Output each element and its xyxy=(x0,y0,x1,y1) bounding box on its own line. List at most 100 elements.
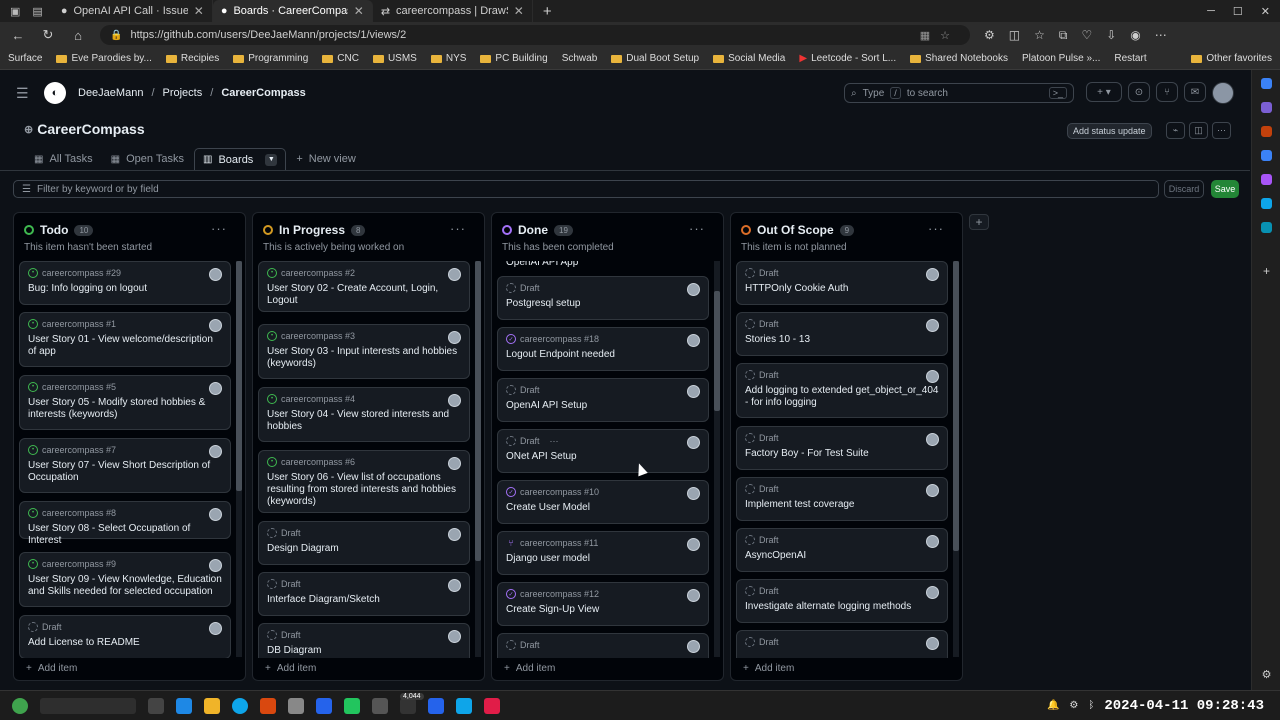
close-window-button[interactable]: ✕ xyxy=(1261,5,1270,18)
avatar[interactable] xyxy=(926,586,939,599)
avatar[interactable] xyxy=(687,538,700,551)
discard-button[interactable]: Discard xyxy=(1164,180,1204,198)
avatar[interactable] xyxy=(209,508,222,521)
breadcrumb-user[interactable]: DeeJaeMann xyxy=(78,87,143,99)
avatar[interactable] xyxy=(448,268,461,281)
taskbar-search[interactable] xyxy=(40,697,136,714)
more-icon[interactable]: ⋯ xyxy=(1155,28,1167,43)
bookmark-item[interactable]: NYS xyxy=(430,53,466,64)
project-card[interactable]: Draft HTTPOnly Cookie Auth xyxy=(736,261,948,305)
card-title[interactable]: OpenAI API App xyxy=(506,261,700,269)
bookmark-item[interactable]: USMS xyxy=(372,53,417,64)
breadcrumb-project[interactable]: CareerCompass xyxy=(221,87,305,99)
avatar[interactable] xyxy=(1212,82,1234,104)
task-view-icon[interactable] xyxy=(148,697,164,714)
scrollbar-thumb[interactable] xyxy=(953,261,959,551)
close-icon[interactable]: ✕ xyxy=(194,4,204,18)
project-card[interactable]: Draft Factory Boy - For Test Suite xyxy=(736,426,948,470)
chevron-down-icon[interactable]: ▼ xyxy=(265,153,278,166)
scrollbar-thumb[interactable] xyxy=(714,291,720,411)
avatar[interactable] xyxy=(448,630,461,643)
bookmark-item[interactable]: PC Building xyxy=(480,53,548,64)
browser-tab-drawsql[interactable]: ⇄ careercompass | DrawSQL ✕ xyxy=(373,0,533,22)
avatar[interactable] xyxy=(687,385,700,398)
avatar[interactable] xyxy=(926,319,939,332)
more-icon[interactable]: ··· xyxy=(450,221,466,236)
games-icon[interactable] xyxy=(1261,174,1272,185)
project-card[interactable]: ⑂ careercompass #11 Django user model xyxy=(497,531,709,575)
performance-icon[interactable]: ♡ xyxy=(1081,28,1092,43)
card-title[interactable]: User Story 02 - Create Account, Login, L… xyxy=(267,283,461,307)
office-icon[interactable] xyxy=(260,697,276,714)
more-icon[interactable]: ··· xyxy=(211,221,227,236)
card-title[interactable]: User Story 06 - View list of occupations… xyxy=(267,472,461,508)
project-card[interactable]: Draft Postgresql setup xyxy=(497,276,709,320)
card-title[interactable]: Django user model xyxy=(506,553,700,565)
scrollbar[interactable] xyxy=(714,261,720,657)
search-input[interactable]: ⌕ Type / to search >_ xyxy=(844,83,1074,103)
bookmark-item[interactable]: Platoon Pulse »... xyxy=(1022,53,1100,64)
github-logo-icon[interactable]: ◐ xyxy=(44,82,66,104)
card-title[interactable]: Add License to README xyxy=(28,637,222,649)
add-column-button[interactable]: + xyxy=(969,214,989,230)
avatar[interactable] xyxy=(687,436,700,449)
card-title[interactable]: User Story 07 - View Short Description o… xyxy=(28,460,222,484)
menu-icon[interactable]: ☰ xyxy=(16,85,32,102)
card-title[interactable]: AsyncOpenAI xyxy=(745,550,939,562)
card-title[interactable]: OpenAI API Setup xyxy=(506,400,700,412)
avatar[interactable] xyxy=(448,394,461,407)
avatar[interactable] xyxy=(926,268,939,281)
avatar[interactable] xyxy=(209,445,222,458)
project-card[interactable]: • careercompass #7 User Story 07 - View … xyxy=(19,438,231,493)
avatar[interactable] xyxy=(926,637,939,650)
bookmark-item[interactable]: Surface xyxy=(8,53,42,64)
project-card[interactable]: • careercompass #2 User Story 02 - Creat… xyxy=(258,261,470,312)
command-palette-icon[interactable]: >_ xyxy=(1048,87,1067,99)
refresh-button[interactable]: ↻ xyxy=(40,27,56,43)
bookmark-item[interactable]: Shared Notebooks xyxy=(910,53,1008,64)
avatar[interactable] xyxy=(209,382,222,395)
save-button[interactable]: Save xyxy=(1211,180,1239,198)
start-icon[interactable] xyxy=(12,697,28,714)
minimize-button[interactable]: ─ xyxy=(1207,5,1215,18)
card-title[interactable]: DB Diagram xyxy=(267,645,461,657)
scrollbar[interactable] xyxy=(236,261,242,657)
add-status-update-button[interactable]: Add status update xyxy=(1067,123,1152,139)
more-icon[interactable]: ··· xyxy=(928,221,944,236)
project-card[interactable]: Draft Add logging to extended get_object… xyxy=(736,363,948,418)
project-card[interactable]: Draft Stories 10 - 13 xyxy=(736,312,948,356)
slack-icon[interactable] xyxy=(344,697,360,714)
bookmark-item[interactable]: Schwab xyxy=(562,53,598,64)
store-icon[interactable] xyxy=(176,697,192,714)
avatar[interactable] xyxy=(209,622,222,635)
tools-icon[interactable] xyxy=(1261,150,1272,161)
project-card[interactable]: Draft xyxy=(497,633,709,658)
avatar[interactable] xyxy=(926,370,939,383)
tab-actions-icon[interactable]: ▤ xyxy=(32,5,42,18)
project-card[interactable]: Draft Design Diagram xyxy=(258,521,470,565)
url-actions-icon[interactable]: ▦☆ xyxy=(920,29,960,42)
project-card[interactable]: • careercompass #29 Bug: Info logging on… xyxy=(19,261,231,305)
favorites-icon[interactable]: ☆ xyxy=(1034,28,1045,43)
scrollbar[interactable] xyxy=(953,261,959,657)
project-card[interactable]: Draft xyxy=(736,630,948,658)
more-icon[interactable]: ··· xyxy=(689,221,705,236)
project-card[interactable]: Draft DB Diagram xyxy=(258,623,470,658)
profile-avatar[interactable]: ◉ xyxy=(1130,28,1140,43)
bookmark-item[interactable]: ▶ Leetcode - Sort L... xyxy=(799,53,896,64)
new-view-button[interactable]: + New view xyxy=(288,148,364,170)
project-card[interactable]: Draft ··· ONet API Setup xyxy=(497,429,709,473)
card-title[interactable]: Design Diagram xyxy=(267,543,461,555)
avatar[interactable] xyxy=(448,579,461,592)
avatar[interactable] xyxy=(209,559,222,572)
add-item-button[interactable]: + Add item xyxy=(743,663,794,674)
avatar[interactable] xyxy=(687,283,700,296)
card-title[interactable]: Factory Boy - For Test Suite xyxy=(745,448,939,460)
notification-icon[interactable]: 🔔 xyxy=(1047,700,1059,711)
project-card[interactable]: • careercompass #9 User Story 09 - View … xyxy=(19,552,231,607)
card-title[interactable]: Create User Model xyxy=(506,502,700,514)
avatar[interactable] xyxy=(448,528,461,541)
workspaces-icon[interactable]: ▣ xyxy=(10,5,20,18)
tab-boards[interactable]: ▥ Boards ▼ xyxy=(194,148,287,170)
project-card[interactable]: Draft Add License to README xyxy=(19,615,231,658)
